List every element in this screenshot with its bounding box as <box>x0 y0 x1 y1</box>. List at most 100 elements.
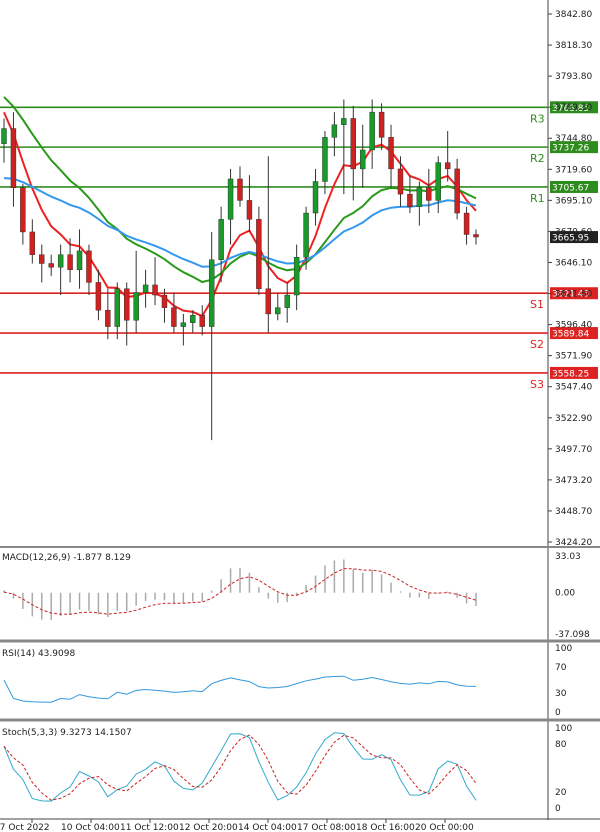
stoch-tick-label: 0 <box>555 804 561 814</box>
candle-body <box>331 124 338 138</box>
candle-body <box>114 288 120 327</box>
price-tick-label: 3793.80 <box>555 72 592 82</box>
time-tick-label: 10 Oct 04:00 <box>61 823 120 832</box>
candle-body <box>95 282 102 311</box>
candle-body <box>208 259 215 327</box>
candle-body <box>190 315 196 323</box>
time-tick-label: 18 Oct 16:00 <box>356 823 415 832</box>
candle-body <box>473 234 479 238</box>
candle-body <box>454 168 460 214</box>
candle-body <box>463 212 470 235</box>
rsi-tick-label: 100 <box>555 644 572 654</box>
candle-body <box>435 162 441 201</box>
candle-body <box>246 200 253 220</box>
level-name-r2: R2 <box>530 152 545 165</box>
stoch-tick-label: 20 <box>555 788 567 798</box>
stoch-label: Stoch(5,3,3) 9.3273 14.1507 <box>2 728 132 738</box>
candle-body <box>378 111 385 138</box>
price-chart: R33768.85R23737.26R13705.67S13621.43S235… <box>0 0 600 832</box>
candle-body <box>57 254 64 268</box>
candle-body <box>369 111 375 151</box>
price-tick-label: 3596.40 <box>555 321 592 331</box>
price-tick-label: 3646.10 <box>555 258 592 268</box>
price-tick-label: 3670.60 <box>555 227 592 237</box>
candle-body <box>142 284 149 293</box>
candle-body <box>312 181 319 214</box>
time-tick-label: 11 Oct 12:00 <box>120 823 179 832</box>
candle-body <box>350 118 356 170</box>
rsi-tick-label: 0 <box>555 708 561 718</box>
time-tick-label: 17 Oct 2022 <box>0 823 50 832</box>
candle-body <box>388 137 394 170</box>
stoch-tick-label: 100 <box>555 724 572 734</box>
candle-body <box>10 128 17 189</box>
price-axis: 3842.80 3818.30 3793.80 3769.30 3744.80 3719.… <box>548 10 592 548</box>
level-name-s2: S2 <box>530 338 544 351</box>
level-price-s2: 3589.84 <box>552 330 589 340</box>
rsi-line <box>3 675 477 703</box>
candle-body <box>397 168 404 195</box>
price-tick-label: 3473.20 <box>555 476 592 486</box>
candle-body <box>341 118 347 125</box>
ma-fast-line <box>3 111 477 318</box>
level-name-r3: R3 <box>530 112 545 125</box>
candlesticks <box>1 99 479 441</box>
candle-body <box>133 292 139 321</box>
candle-body <box>180 322 187 327</box>
level-name-s1: S1 <box>530 298 544 311</box>
candle-body <box>322 137 328 182</box>
candle-body <box>161 294 168 308</box>
support-resistance-levels: R33768.85R23737.26R13705.67S13621.43S235… <box>0 101 598 391</box>
candle-body <box>237 178 243 201</box>
level-price-s3: 3558.25 <box>552 369 589 379</box>
rsi-panel: 100 70 30 0 <box>3 644 572 718</box>
candle-body <box>303 212 309 258</box>
level-name-s3: S3 <box>530 378 544 391</box>
time-tick-label: 12 Oct 20:00 <box>179 823 238 832</box>
price-tick-label: 3547.40 <box>555 383 592 393</box>
stoch-tick-label: 80 <box>555 740 567 750</box>
candle-body <box>265 288 272 315</box>
price-tick-label: 3719.60 <box>555 165 592 175</box>
candle-body <box>48 263 54 268</box>
candle-body <box>426 187 432 201</box>
time-axis: 17 Oct 2022 10 Oct 04:0011 Oct 12:0012 Oc… <box>0 819 474 832</box>
rsi-label: RSI(14) 43.9098 <box>2 649 75 659</box>
rsi-tick-label: 30 <box>555 689 567 699</box>
price-tick-label: 3842.80 <box>555 10 592 20</box>
candle-body <box>407 193 413 207</box>
candle-body <box>227 178 234 220</box>
candle-body <box>275 307 281 315</box>
macd-tick-label: 0.00 <box>555 589 575 599</box>
candle-body <box>67 254 73 271</box>
price-tick-label: 3621.60 <box>555 290 592 300</box>
time-tick-label: 17 Oct 08:00 <box>297 823 356 832</box>
level-price-r2: 3737.26 <box>552 144 589 154</box>
candle-body <box>1 128 7 144</box>
macd-label: MACD(12,26,9) -1.877 8.129 <box>2 553 131 563</box>
price-tick-label: 3522.90 <box>555 414 592 424</box>
price-tick-label: 3497.70 <box>555 445 592 455</box>
level-price-r1: 3705.67 <box>552 183 589 193</box>
candle-body <box>218 219 224 260</box>
candle-body <box>256 219 262 289</box>
price-tick-label: 3448.70 <box>555 507 592 517</box>
price-tick-label: 3744.80 <box>555 134 592 144</box>
candle-body <box>199 315 205 327</box>
candle-body <box>86 250 92 283</box>
price-tick-label: 3818.30 <box>555 41 592 51</box>
candle-body <box>293 256 300 296</box>
candle-body <box>444 162 451 170</box>
price-tick-label: 3424.20 <box>555 538 592 548</box>
time-tick-label: 14 Oct 04:00 <box>238 823 297 832</box>
macd-tick-label: -37.098 <box>555 630 590 640</box>
level-name-r1: R1 <box>530 192 545 205</box>
candle-body <box>105 309 111 327</box>
candle-body <box>416 187 423 207</box>
candle-body <box>20 187 26 233</box>
candle-body <box>76 250 83 271</box>
price-tick-label: 3769.30 <box>555 103 592 113</box>
candle-body <box>124 288 130 321</box>
stoch-d-line <box>3 734 477 801</box>
macd-tick-label: 33.03 <box>555 552 581 562</box>
